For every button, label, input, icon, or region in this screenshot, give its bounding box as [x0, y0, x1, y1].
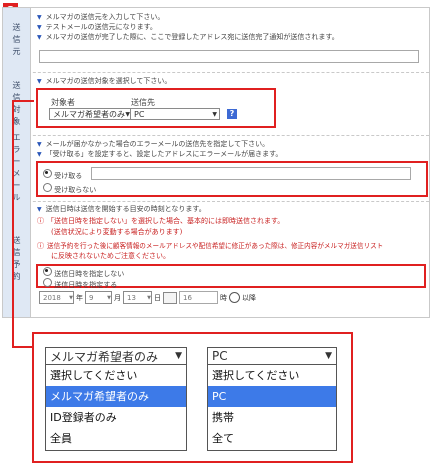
day-unit: 日: [154, 293, 161, 302]
schedule-warning-2: ⓘ 送信予約を行った後に顧客情報のメールアドレスや配信希望に修正があった際は、修正…: [37, 242, 384, 250]
dropdown-option-selected[interactable]: PC: [208, 386, 336, 407]
chevron-down-icon: ▼: [175, 351, 182, 361]
schedule-warning-1-sub: (送信状況により変動する場合があります): [51, 228, 183, 236]
dropdown-option[interactable]: ID登録者のみ: [46, 407, 186, 428]
radio-button-icon[interactable]: [43, 183, 52, 192]
dropdown-option[interactable]: 選択してください: [46, 365, 186, 386]
triangle-icon: ▼: [37, 34, 42, 41]
help-icon[interactable]: ?: [227, 109, 237, 119]
error-email-input[interactable]: [91, 167, 411, 180]
schedule-warning-2-sub: に反映されないためご注意ください。: [51, 252, 170, 260]
radio-receive[interactable]: 受け取る: [43, 169, 82, 181]
error-mail-label: エラーメール: [3, 133, 31, 202]
month-select[interactable]: 9 ▼: [85, 291, 112, 304]
audience-select[interactable]: メルマガ希望者のみ ▼: [49, 108, 133, 120]
schedule-note: ▼ 送信日時は送信を開始する目安の時刻となります。: [37, 205, 206, 213]
day-select[interactable]: 13 ▼: [123, 291, 152, 304]
sender-note-3: ▼ メルマガの送信が完了した際に、ここで登録したアドレス宛に送信完了通知が送信され…: [37, 33, 339, 41]
dropdown-option[interactable]: 選択してください: [208, 365, 336, 386]
audience-dropdown-list: 選択してください メルマガ希望者のみ ID登録者のみ 全員: [45, 364, 187, 451]
radio-set-schedule[interactable]: 送信日時を指定する: [43, 278, 117, 290]
radio-button-icon[interactable]: [43, 267, 52, 276]
triangle-icon: ▼: [37, 78, 42, 85]
chevron-down-icon: ▼: [212, 110, 217, 118]
connector-line: [12, 346, 34, 348]
audience-label: 対象者: [51, 98, 75, 107]
dropdown-option[interactable]: 全員: [46, 428, 186, 449]
chevron-down-icon: ▼: [147, 294, 151, 301]
sender-note-2: ▼ テストメールの送信元になります。: [37, 23, 157, 31]
triangle-icon: ▼: [37, 14, 42, 21]
after-text: 以降: [242, 293, 256, 302]
triangle-icon: ▼: [37, 24, 42, 31]
chevron-down-icon: ▼: [325, 351, 332, 361]
sender-email-input[interactable]: [39, 50, 419, 63]
dropdown-option[interactable]: 携帯: [208, 407, 336, 428]
exclamation-icon: ⓘ: [37, 242, 44, 250]
exclamation-icon: ⓘ: [37, 217, 44, 225]
triangle-icon: ▼: [37, 141, 42, 148]
chevron-down-icon: ▼: [69, 294, 73, 301]
schedule-label: 送信予約: [3, 201, 31, 317]
year-select[interactable]: 2018 ▼: [39, 291, 74, 304]
mail-settings-form: 送信元 ▼ メルマガの送信元を入力して下さい。 ▼ テストメールの送信元になります。…: [2, 7, 430, 318]
error-note-1: ▼ メールが届かなかった場合のエラーメールの送信先を指定して下さい。: [37, 140, 270, 148]
connector-line: [12, 100, 34, 102]
dest-dropdown-header[interactable]: PC ▼: [207, 347, 337, 365]
sender-label: 送信元: [3, 8, 31, 72]
hour-input[interactable]: 16: [179, 291, 218, 304]
audience-dropdown-header[interactable]: メルマガ希望者のみ ▼: [45, 347, 187, 365]
radio-button-icon[interactable]: [43, 169, 52, 178]
year-unit: 年: [76, 293, 83, 302]
dropdown-option[interactable]: 全て: [208, 428, 336, 449]
triangle-icon: ▼: [37, 206, 42, 213]
dest-select[interactable]: PC ▼: [130, 108, 220, 120]
month-unit: 月: [114, 293, 121, 302]
triangle-icon: ▼: [37, 151, 42, 158]
dest-label: 送信先: [131, 98, 155, 107]
target-note: ▼ メルマガの送信対象を選択して下さい。: [37, 77, 172, 85]
sender-note-1: ▼ メルマガの送信元を入力して下さい。: [37, 13, 165, 21]
target-label: 送信対象: [3, 72, 31, 135]
dropdown-option-selected[interactable]: メルマガ希望者のみ: [46, 386, 186, 407]
dest-dropdown-list: 選択してください PC 携帯 全て: [207, 364, 337, 451]
calendar-icon[interactable]: [163, 291, 177, 304]
radio-button-icon[interactable]: [43, 278, 52, 287]
error-note-2: ▼ 「受け取る」を設定すると、設定したアドレスにエラーメールが届きます。: [37, 150, 283, 158]
schedule-datetime-row: 2018 ▼ 年 9 ▼ 月 13 ▼ 日 16 時 以降: [39, 291, 256, 304]
clock-icon: [229, 292, 240, 303]
schedule-warning-1: ⓘ 「送信日時を指定しない」を選択した場合、基本的には即時送信されます。: [37, 217, 285, 225]
chevron-down-icon: ▼: [107, 294, 111, 301]
hour-unit: 時: [220, 293, 227, 302]
connector-line: [12, 100, 14, 348]
radio-not-receive[interactable]: 受け取らない: [43, 183, 96, 195]
